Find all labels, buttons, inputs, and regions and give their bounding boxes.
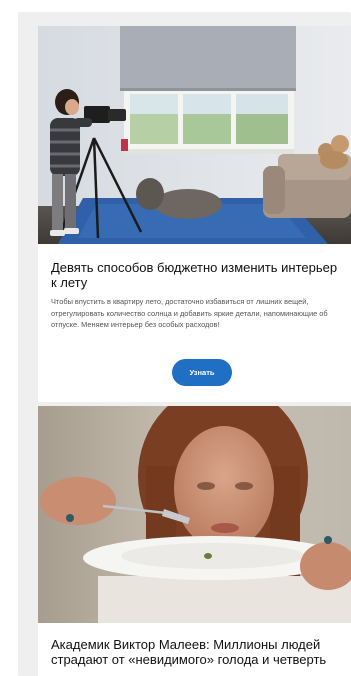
article-title[interactable]: Девять способов бюджетно изменить интерь… xyxy=(51,260,346,290)
article-description: Чтобы впустить в квартиру лето, достаточ… xyxy=(51,297,328,329)
learn-more-button[interactable]: Узнать xyxy=(172,359,232,386)
article-image-interior[interactable] xyxy=(38,26,351,244)
photo-woman-empty-plate xyxy=(38,406,351,623)
article-card[interactable]: Академик Виктор Малеев: Миллионы людей с… xyxy=(38,406,351,676)
article-image-empty-plate[interactable] xyxy=(38,406,351,623)
article-card[interactable]: Девять способов бюджетно изменить интерь… xyxy=(38,26,351,402)
news-feed: Девять способов бюджетно изменить интерь… xyxy=(18,12,351,676)
photo-interior-boy-camera xyxy=(38,26,351,244)
page: Девять способов бюджетно изменить интерь… xyxy=(0,0,351,676)
article-title[interactable]: Академик Виктор Малеев: Миллионы людей с… xyxy=(51,637,346,667)
